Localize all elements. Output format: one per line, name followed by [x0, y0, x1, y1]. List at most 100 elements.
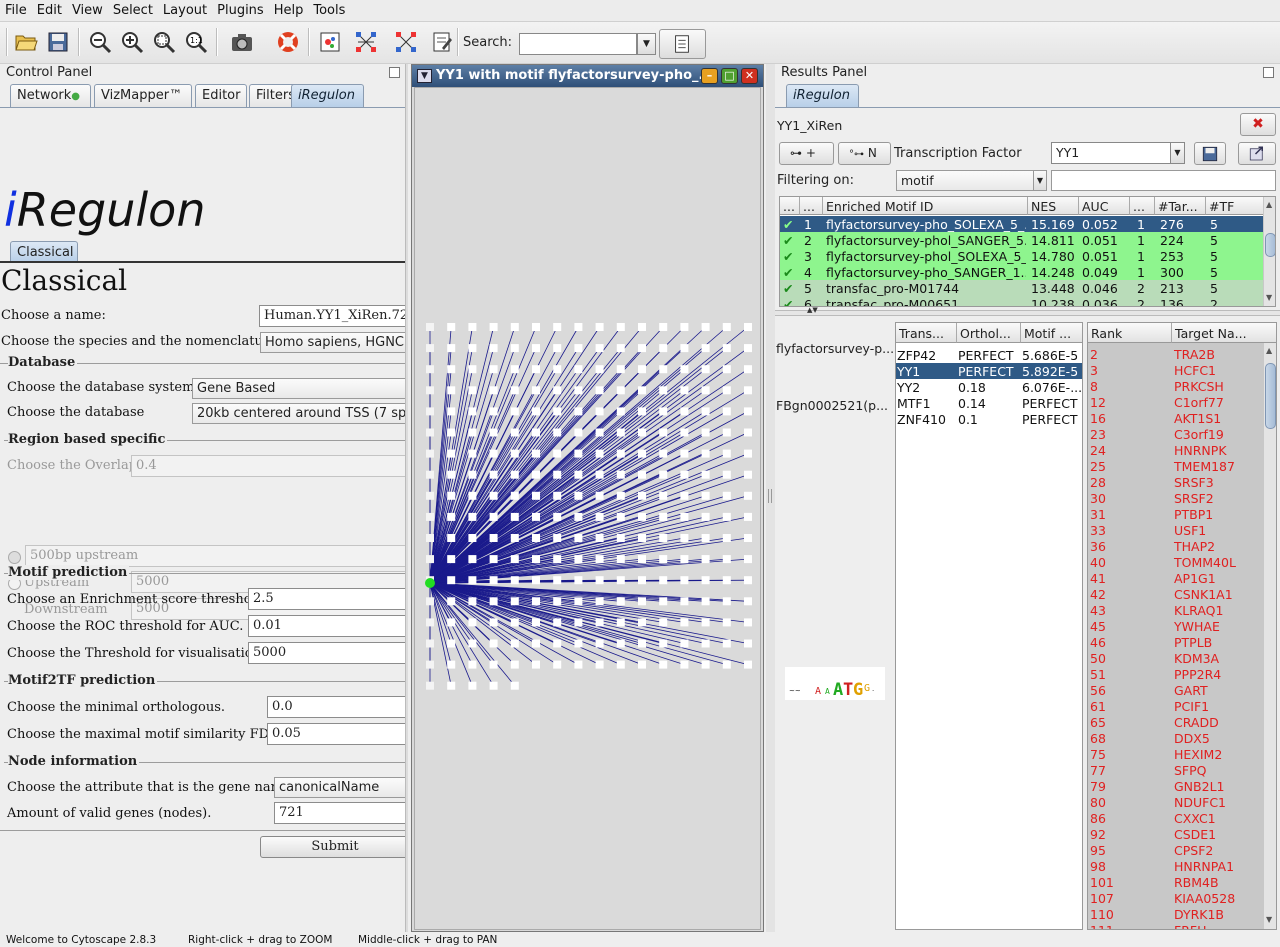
network-node[interactable]: [616, 344, 625, 353]
network-node[interactable]: [574, 512, 583, 521]
network-node[interactable]: [447, 470, 456, 479]
network-node[interactable]: [722, 470, 731, 479]
network-node[interactable]: [510, 681, 519, 690]
network-node[interactable]: [532, 618, 540, 627]
network-node[interactable]: [701, 512, 710, 521]
close-icon[interactable]: ✕: [741, 68, 758, 84]
table-header-cell[interactable]: Enriched Motif ID: [823, 197, 1028, 215]
target-row[interactable]: 68 DDX5: [1088, 731, 1260, 747]
network-node[interactable]: [616, 365, 625, 374]
network-node[interactable]: [722, 428, 731, 437]
target-row[interactable]: 28 SRSF3: [1088, 475, 1260, 491]
network-node[interactable]: [680, 323, 689, 331]
table-header-cell[interactable]: ...: [800, 197, 823, 215]
target-row[interactable]: 12 C1orf77: [1088, 395, 1260, 411]
network-node[interactable]: [744, 660, 752, 669]
network-node[interactable]: [426, 470, 434, 479]
network-node[interactable]: [744, 597, 752, 606]
network-node[interactable]: [574, 470, 583, 479]
network-node[interactable]: [722, 576, 731, 585]
table-header-cell[interactable]: NES: [1028, 197, 1079, 215]
network-node[interactable]: [659, 597, 668, 606]
panel-splitter[interactable]: [405, 64, 408, 932]
network-node[interactable]: [595, 534, 604, 542]
network-node[interactable]: [722, 555, 731, 564]
network-node[interactable]: [489, 534, 498, 542]
network-node[interactable]: [447, 365, 456, 374]
target-row[interactable]: 51 PPP2R4: [1088, 667, 1260, 683]
network-node[interactable]: [744, 344, 752, 353]
network-node[interactable]: [489, 639, 498, 648]
network-node[interactable]: [595, 576, 604, 585]
network-node[interactable]: [680, 407, 689, 416]
network-node[interactable]: [574, 534, 583, 542]
network-node[interactable]: [638, 597, 646, 606]
network-node[interactable]: [553, 449, 562, 458]
network-node[interactable]: [659, 407, 668, 416]
network-node[interactable]: [447, 534, 456, 542]
network-node[interactable]: [532, 407, 540, 416]
network-node[interactable]: [553, 639, 562, 648]
network-node[interactable]: [659, 639, 668, 648]
target-row[interactable]: 46 PTPLB: [1088, 635, 1260, 651]
network-node[interactable]: [659, 428, 668, 437]
table-header-cell[interactable]: Target Na...: [1172, 323, 1276, 343]
network-node[interactable]: [744, 534, 752, 542]
network-node[interactable]: [447, 407, 456, 416]
network-node[interactable]: [701, 344, 710, 353]
network-node[interactable]: [680, 449, 689, 458]
tab-network[interactable]: Network●: [10, 84, 91, 107]
network-node[interactable]: [510, 344, 519, 353]
table-splitter[interactable]: ▲▼: [775, 306, 1280, 316]
transcription-factor-input[interactable]: YY1: [1051, 142, 1171, 164]
network-node[interactable]: [489, 449, 498, 458]
table-header-cell[interactable]: Orthol...: [957, 323, 1021, 343]
target-row[interactable]: 45 YWHAE: [1088, 619, 1260, 635]
network-node[interactable]: [659, 365, 668, 374]
orthologous-input[interactable]: 0.0: [267, 696, 408, 718]
network-node[interactable]: [616, 555, 625, 564]
target-row[interactable]: 25 TMEM187: [1088, 459, 1260, 475]
tf-row[interactable]: ZNF410 0.1 PERFECT: [896, 411, 1082, 427]
menu-tools[interactable]: Tools: [308, 0, 350, 18]
network-node[interactable]: [638, 534, 646, 542]
network-node[interactable]: [532, 534, 540, 542]
network-node[interactable]: [638, 407, 646, 416]
network-node[interactable]: [701, 660, 710, 669]
network-node[interactable]: [638, 576, 646, 585]
network-node[interactable]: [510, 618, 519, 627]
roc-threshold-input[interactable]: 0.01: [248, 615, 408, 637]
network-node[interactable]: [468, 555, 477, 564]
menu-select[interactable]: Select: [108, 0, 158, 18]
network-node[interactable]: [426, 534, 434, 542]
network-layout-icon[interactable]: [352, 28, 380, 56]
network-node[interactable]: [595, 660, 604, 669]
network-node[interactable]: [616, 597, 625, 606]
network-node[interactable]: [701, 618, 710, 627]
network-node[interactable]: [595, 323, 604, 331]
target-row[interactable]: 101 RBM4B: [1088, 875, 1260, 891]
table-header-cell[interactable]: Rank: [1088, 323, 1172, 343]
network-node[interactable]: [426, 618, 434, 627]
network-node[interactable]: [744, 449, 752, 458]
tf-row[interactable]: ZFP42 PERFECT 5.686E-5: [896, 347, 1082, 363]
target-row[interactable]: 75 HEXIM2: [1088, 747, 1260, 763]
network-window-titlebar[interactable]: ▼ YY1 with motif flyfactorsurvey-pho_...…: [412, 65, 763, 87]
tf-row[interactable]: YY2 0.18 6.076E-...: [896, 379, 1082, 395]
network-node[interactable]: [595, 512, 604, 521]
species-select[interactable]: Homo sapiens, HGNC s: [260, 332, 408, 353]
network-node[interactable]: [744, 576, 752, 585]
network-node[interactable]: [616, 449, 625, 458]
undock-icon[interactable]: [1263, 67, 1274, 78]
network-node[interactable]: [595, 449, 604, 458]
menu-view[interactable]: View: [67, 0, 108, 18]
network-node[interactable]: [744, 323, 752, 331]
network-node[interactable]: [616, 512, 625, 521]
target-row[interactable]: 40 TOMM40L: [1088, 555, 1260, 571]
network-node[interactable]: [468, 344, 477, 353]
network-node[interactable]: [489, 491, 498, 500]
network-node[interactable]: [510, 576, 519, 585]
network-node[interactable]: [489, 344, 498, 353]
save-icon[interactable]: [44, 28, 72, 56]
network-node[interactable]: [510, 555, 519, 564]
